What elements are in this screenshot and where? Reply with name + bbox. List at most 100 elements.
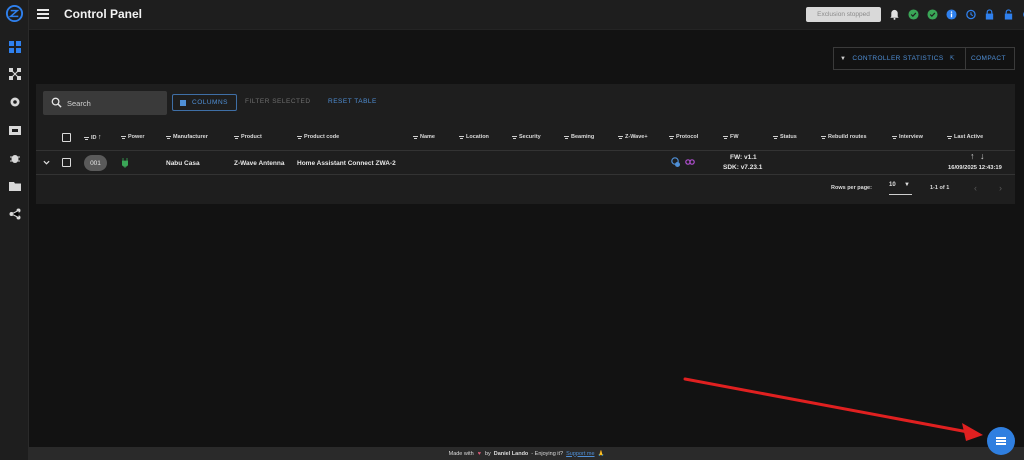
rows-per-page-label: Rows per page: (831, 185, 872, 191)
chevron-down-icon[interactable] (43, 159, 50, 166)
heart-icon: ♥ (477, 450, 481, 457)
check-circle-icon[interactable] (906, 7, 921, 22)
zwave-protocol-icon (671, 157, 680, 167)
column-header-product[interactable]: Product (234, 134, 262, 140)
last-active-cell: 16/09/2025 12:43:19 (948, 165, 1002, 171)
exclusion-status-button[interactable]: Exclusion stopped (806, 7, 881, 22)
zwave-js-logo (5, 4, 24, 23)
power-plug-icon (122, 158, 128, 168)
columns-label: COLUMNS (192, 99, 229, 106)
check-circle-icon[interactable] (925, 7, 940, 22)
column-header-security[interactable]: Security (512, 134, 541, 140)
lock-icon[interactable] (982, 7, 997, 22)
search-input[interactable] (67, 96, 162, 110)
author-name: Daniel Lando (493, 450, 529, 457)
filter-icon (459, 136, 464, 140)
sdk-version: SDK: v7.23.1 (723, 164, 763, 171)
menu-icon[interactable] (37, 9, 49, 19)
chart-icon: ⇱ (949, 56, 956, 62)
column-header-product-code[interactable]: Product code (297, 134, 339, 140)
table-header: ID ↑ Power Manufacturer Product Product … (36, 130, 1015, 146)
arrow-down-icon[interactable]: ↓ (980, 151, 985, 161)
sidebar-item-share[interactable] (0, 202, 29, 226)
rows-per-page-select[interactable]: 10 ▼ (889, 182, 912, 195)
enjoying-text: - Enjoying it? (531, 450, 564, 457)
search-icon (51, 97, 62, 108)
column-header-manufacturer[interactable]: Manufacturer (166, 134, 208, 140)
column-header-beaming[interactable]: Beaming (564, 134, 594, 140)
sidebar-item-debug[interactable] (0, 146, 29, 170)
filter-icon (669, 136, 674, 140)
filter-icon (892, 136, 897, 140)
select-all-checkbox[interactable] (62, 133, 71, 142)
sidebar-item-store[interactable] (0, 174, 29, 198)
column-header-name[interactable]: Name (413, 134, 435, 140)
filter-icon (821, 136, 826, 140)
sidebar-item-scenes[interactable] (0, 118, 29, 142)
column-header-id[interactable]: ID ↑ (84, 134, 102, 141)
row-checkbox[interactable] (62, 158, 71, 167)
search-field[interactable] (43, 91, 167, 115)
by-text: by (484, 450, 491, 457)
page-footer: Made with ♥ by Daniel Lando - Enjoying i… (29, 447, 1024, 460)
caret-down-icon: ▼ (840, 55, 847, 62)
pray-emoji: 🙏 (597, 450, 605, 457)
column-header-zwave-plus[interactable]: Z-Wave+ (618, 134, 648, 140)
filter-selected-button[interactable]: FILTER SELECTED (245, 98, 311, 105)
filter-icon (297, 136, 302, 140)
arrow-up-icon[interactable]: ↑ (970, 151, 975, 161)
caret-down-icon: ▼ (904, 182, 910, 188)
share-icon (9, 208, 20, 220)
node-id-badge: 001 (84, 155, 107, 171)
column-header-interview[interactable]: Interview (892, 134, 923, 140)
sidebar-item-control-panel[interactable] (0, 35, 29, 59)
reset-table-button[interactable]: RESET TABLE (328, 98, 377, 105)
controller-statistics-label: CONTROLLER STATISTICS (852, 55, 944, 62)
rows-per-page-value: 10 (889, 182, 896, 188)
columns-button[interactable]: COLUMNS (172, 94, 237, 111)
support-me-link[interactable]: Support me (566, 451, 594, 457)
columns-icon (180, 99, 186, 106)
table-row[interactable]: 001 Nabu Casa Z-Wave Antenna Home Assist… (36, 150, 1015, 175)
filter-icon (512, 136, 517, 140)
zwave-lr-protocol-icon (685, 159, 695, 165)
filter-icon (166, 136, 171, 140)
controller-statistics-button[interactable]: ▼ CONTROLLER STATISTICS ⇱ (834, 48, 966, 69)
filter-icon (121, 136, 126, 140)
menu-icon (996, 436, 1006, 447)
refresh-icon[interactable] (1020, 7, 1024, 22)
filter-icon (773, 136, 778, 140)
lock-open-icon[interactable] (1001, 7, 1016, 22)
filter-icon (413, 136, 418, 140)
column-header-protocol[interactable]: Protocol (669, 134, 698, 140)
fw-version: FW: v1.1 (730, 154, 757, 161)
column-header-last-active[interactable]: Last Active (947, 134, 983, 140)
filter-icon (84, 137, 89, 141)
floating-menu-button[interactable] (987, 427, 1015, 455)
clock-history-icon[interactable] (963, 7, 978, 22)
previous-page-icon[interactable]: ‹ (974, 183, 977, 193)
sort-arrow-up-icon: ↑ (98, 134, 102, 141)
info-icon[interactable] (944, 7, 959, 22)
settings-icon (10, 97, 19, 107)
column-header-location[interactable]: Location (459, 134, 489, 140)
folder-icon (8, 182, 21, 191)
column-header-status[interactable]: Status (773, 134, 797, 140)
column-header-rebuild-routes[interactable]: Rebuild routes (821, 134, 867, 140)
product-code-cell: Home Assistant Connect ZWA-2 (297, 160, 396, 167)
controller-stats-bar: ▼ CONTROLLER STATISTICS ⇱ COMPACT (833, 47, 1015, 70)
scenes-icon (8, 126, 21, 135)
compact-button[interactable]: COMPACT (966, 48, 1006, 69)
filter-icon (618, 136, 623, 140)
next-page-icon[interactable]: › (999, 183, 1002, 193)
bell-icon[interactable] (887, 7, 902, 22)
sidebar-item-settings[interactable] (0, 90, 29, 114)
column-header-fw[interactable]: FW (723, 134, 739, 140)
sidebar-item-network-graph[interactable] (0, 62, 29, 86)
product-cell: Z-Wave Antenna (234, 160, 285, 167)
column-header-power[interactable]: Power (121, 134, 145, 140)
nodes-table-card: COLUMNS FILTER SELECTED RESET TABLE ID ↑… (36, 84, 1015, 204)
sidebar (0, 0, 29, 460)
network-icon (8, 68, 21, 80)
filter-icon (723, 136, 728, 140)
